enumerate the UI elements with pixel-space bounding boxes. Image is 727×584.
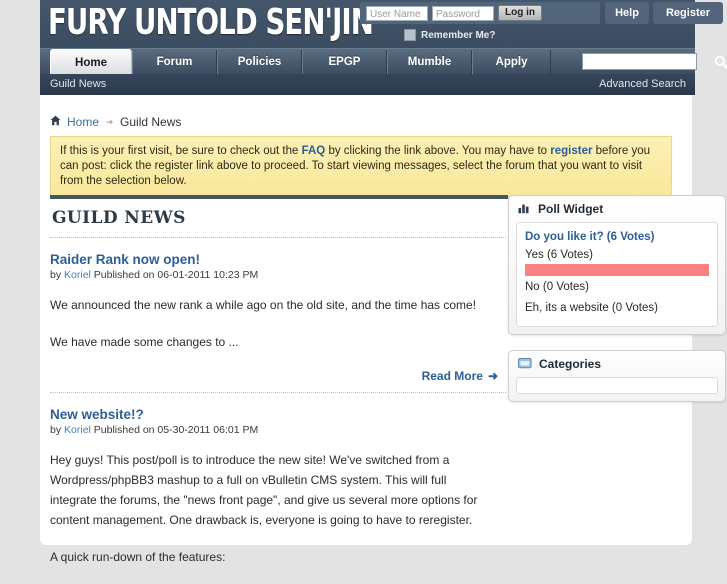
article-by-label: by <box>50 269 62 281</box>
help-button[interactable]: Help <box>605 2 649 24</box>
sidebar: Poll Widget Do you like it? (6 Votes) Ye… <box>508 195 726 417</box>
poll-option-label: No (0 Votes) <box>525 281 589 293</box>
poll-bar <box>525 264 709 276</box>
username-input[interactable]: User Name <box>366 5 428 21</box>
article-divider <box>50 392 506 393</box>
site-logo[interactable]: FURY UNTOLD SEN'JIN <box>48 2 374 43</box>
categories-widget-header: Categories <box>509 351 725 377</box>
article-published: Published on 06-01-2011 10:23 PM <box>93 269 259 281</box>
categories-widget-title: Categories <box>539 357 602 371</box>
arrow-right-icon: ➜ <box>487 369 498 383</box>
article-paragraph: We announced the new rank a while ago on… <box>50 298 477 312</box>
article-paragraph: Hey guys! This post/poll is to introduce… <box>50 453 478 527</box>
article-author[interactable]: Koriel <box>64 269 91 281</box>
nav-tab-apply[interactable]: Apply <box>472 50 551 75</box>
page-root: FURY UNTOLD SEN'JIN User Name Password L… <box>0 0 727 564</box>
poll-option-label: Yes (6 Votes) <box>525 249 593 261</box>
notice-text-1: If this is your first visit, be sure to … <box>60 145 302 157</box>
breadcrumb: Home Guild News <box>50 115 181 129</box>
article-author[interactable]: Koriel <box>64 424 91 436</box>
site-header: FURY UNTOLD SEN'JIN User Name Password L… <box>40 0 727 95</box>
register-link[interactable]: register <box>550 145 592 157</box>
main-column: GUILD NEWS Raider Rank now open! by Kori… <box>50 195 508 584</box>
faq-link[interactable]: FAQ <box>302 145 326 157</box>
article-item: New website!? by Koriel Published on 05-… <box>50 407 508 567</box>
main-navigation: Home Forum Policies EPGP Mumble Apply <box>40 48 727 75</box>
notice-text-2: by clicking the link above. You may have… <box>325 145 551 157</box>
poll-widget: Poll Widget Do you like it? (6 Votes) Ye… <box>508 195 726 335</box>
content-area: Home Guild News If this is your first vi… <box>40 95 726 564</box>
read-more-link[interactable]: Read More ➜ <box>50 369 498 383</box>
breadcrumb-current: Guild News <box>120 115 182 129</box>
read-more-label: Read More <box>421 369 483 383</box>
article-paragraph: A quick run-down of the features: <box>50 550 226 564</box>
breadcrumb-home-link[interactable]: Home <box>67 115 99 129</box>
article-meta: by Koriel Published on 05-30-2011 06:01 … <box>50 424 508 436</box>
categories-widget-body[interactable] <box>516 377 718 394</box>
bar-chart-icon <box>518 202 531 217</box>
categories-widget: Categories <box>508 350 726 402</box>
article-item: Raider Rank now open! by Koriel Publishe… <box>50 252 508 393</box>
poll-widget-body: Do you like it? (6 Votes) Yes (6 Votes) … <box>516 222 718 327</box>
sub-navigation: Guild News Advanced Search <box>40 74 695 95</box>
article-paragraph: We have made some changes to ... <box>50 335 239 349</box>
subnav-guild-news-link[interactable]: Guild News <box>50 78 106 90</box>
register-button[interactable]: Register <box>653 2 723 24</box>
article-by-label: by <box>50 424 62 436</box>
poll-widget-title: Poll Widget <box>538 202 604 216</box>
magnifier-icon[interactable] <box>710 51 727 73</box>
article-title[interactable]: New website!? <box>50 407 508 422</box>
section-top-rule <box>50 195 508 199</box>
nav-tab-epgp[interactable]: EPGP <box>302 50 387 75</box>
folder-icon <box>518 357 532 372</box>
poll-widget-header: Poll Widget <box>509 196 725 222</box>
article-meta: by Koriel Published on 06-01-2011 10:23 … <box>50 269 508 281</box>
nav-tab-policies[interactable]: Policies <box>217 50 302 75</box>
title-divider <box>50 237 506 238</box>
remember-me-row[interactable]: Remember Me? <box>404 29 495 41</box>
arrow-separator-icon <box>105 115 114 129</box>
nav-tab-mumble[interactable]: Mumble <box>387 50 472 75</box>
first-visit-notice: If this is your first visit, be sure to … <box>50 136 672 198</box>
login-bar: User Name Password Log in <box>360 2 600 24</box>
article-published: Published on 05-30-2011 06:01 PM <box>93 424 259 436</box>
advanced-search-link[interactable]: Advanced Search <box>599 78 686 90</box>
nav-tab-home[interactable]: Home <box>50 49 132 75</box>
nav-tab-forum[interactable]: Forum <box>132 50 217 75</box>
house-icon <box>50 115 61 129</box>
login-button[interactable]: Log in <box>498 5 542 21</box>
search-input[interactable] <box>582 53 697 70</box>
poll-question[interactable]: Do you like it? (6 Votes) <box>525 231 709 243</box>
article-title[interactable]: Raider Rank now open! <box>50 252 508 267</box>
poll-option-label: Eh, its a website (0 Votes) <box>525 302 658 314</box>
page-title: GUILD NEWS <box>52 208 186 228</box>
password-input[interactable]: Password <box>432 5 494 21</box>
remember-me-checkbox[interactable] <box>404 29 416 41</box>
remember-me-label: Remember Me? <box>421 29 496 41</box>
